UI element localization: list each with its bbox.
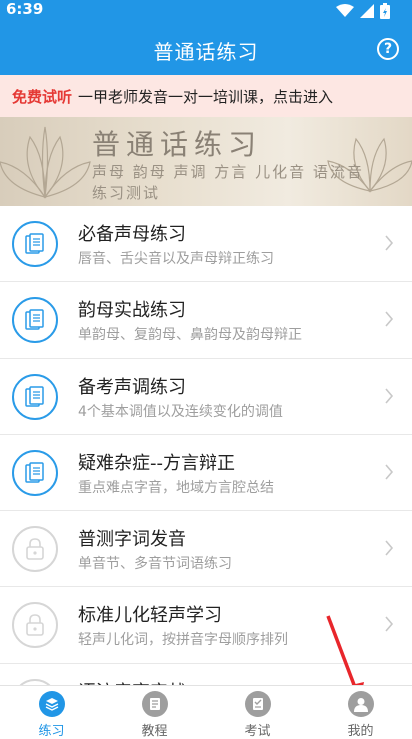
item-title: 备考声调练习 (78, 376, 186, 398)
bottom-tab-bar: 练习 教程 考试 我的 (0, 685, 412, 739)
tab-label: 教程 (141, 724, 168, 739)
lock-icon (12, 526, 58, 573)
app-header: 6:39 普通话练习 ? (0, 0, 412, 75)
lotus-decoration-icon (0, 126, 91, 199)
item-title: 韵母实战练习 (78, 300, 186, 322)
document-icon (12, 449, 58, 496)
chevron-right-icon (385, 540, 394, 556)
hero-banner: 普通话练习 声母 韵母 声调 方言 儿化音 语流音 练习测试 (0, 117, 412, 206)
item-description: 唇音、舌尖音以及声母辩正练习 (78, 251, 274, 267)
item-title: 疑难杂症--方言辩正 (78, 452, 235, 474)
item-description: 单音节、多音节词语练习 (78, 556, 232, 573)
chevron-right-icon (385, 464, 394, 480)
tab-label: 练习 (38, 724, 65, 739)
item-title: 必备声母练习 (78, 224, 186, 245)
status-icons (336, 3, 390, 19)
banner-subtitle-line2: 练习测试 (92, 184, 161, 202)
list-item[interactable]: 备考声调练习 4个基本调值以及连续变化的调值 (0, 358, 412, 435)
document-icon (12, 373, 58, 420)
item-title: 标准儿化轻声学习 (78, 605, 222, 627)
status-bar: 6:39 (0, 0, 412, 24)
tab-tutorial[interactable]: 教程 (103, 686, 206, 739)
tab-label: 我的 (347, 724, 374, 739)
lock-icon (12, 602, 58, 649)
document-icon (12, 221, 58, 267)
promo-highlight: 免费试听 (12, 87, 73, 106)
list-item[interactable]: 必备声母练习 唇音、舌尖音以及声母辩正练习 (0, 206, 412, 283)
promo-banner[interactable]: 免费试听 一甲老师发音一对一培训课，点击进入 (0, 75, 412, 117)
chevron-right-icon (385, 311, 394, 327)
list-item[interactable]: 韵母实战练习 单韵母、复韵母、鼻韵母及韵母辩正 (0, 282, 412, 359)
document-icon (12, 297, 58, 344)
promo-text: 一甲老师发音一对一培训课，点击进入 (78, 87, 334, 106)
item-description: 轻声儿化词，按拼音字母顺序排列 (78, 632, 288, 649)
help-icon[interactable]: ? (377, 38, 399, 60)
page-title: 普通话练习 (153, 40, 259, 64)
exam-icon (244, 691, 271, 717)
item-description: 单韵母、复韵母、鼻韵母及韵母辩正 (78, 327, 302, 344)
banner-title: 普通话练习 (92, 128, 263, 161)
wifi-icon (336, 4, 354, 17)
chevron-right-icon (385, 388, 394, 404)
user-icon (347, 691, 374, 717)
chevron-right-icon (385, 235, 394, 251)
tab-label: 考试 (244, 724, 271, 739)
tab-mine[interactable]: 我的 (309, 686, 412, 739)
tab-practice[interactable]: 练习 (0, 686, 103, 739)
item-description: 重点难点字音，地域方言腔总结 (78, 479, 274, 496)
chevron-right-icon (385, 616, 394, 633)
tab-exam[interactable]: 考试 (206, 686, 309, 739)
layers-icon (38, 691, 65, 717)
list-item[interactable]: 疑难杂症--方言辩正 重点难点字音，地域方言腔总结 (0, 434, 412, 512)
list-item[interactable]: 普测字词发音 单音节、多音节词语练习 (0, 511, 412, 588)
banner-subtitle-line1: 声母 韵母 声调 方言 儿化音 语流音 (92, 163, 364, 181)
signal-icon (360, 4, 374, 18)
item-title: 普测字词发音 (78, 529, 186, 551)
status-time: 6:39 (6, 0, 44, 18)
battery-icon (380, 3, 390, 19)
item-description: 4个基本调值以及连续变化的调值 (78, 403, 283, 420)
book-icon (141, 691, 168, 717)
